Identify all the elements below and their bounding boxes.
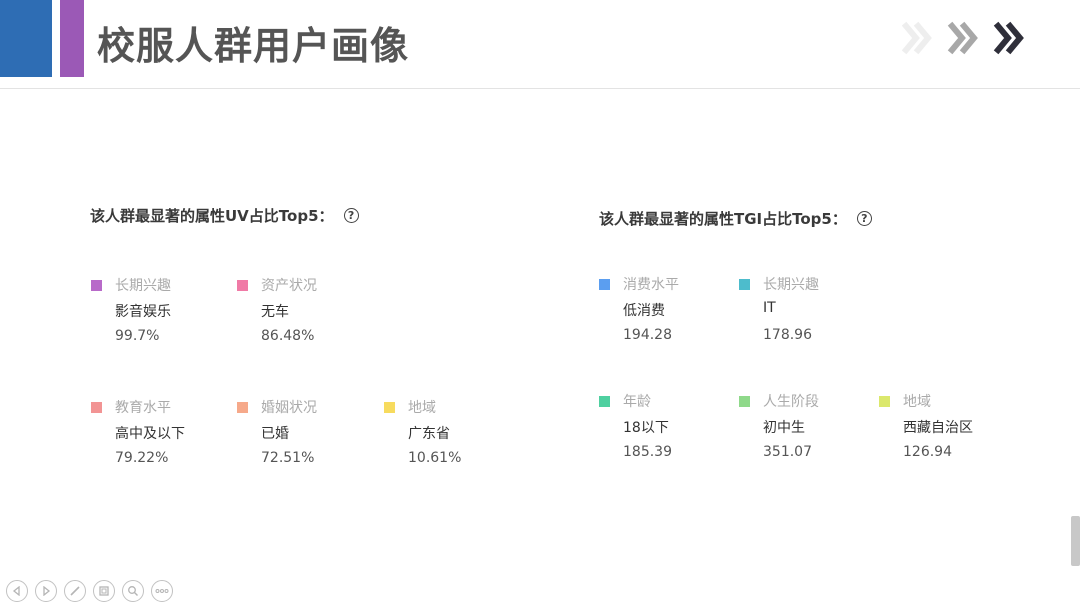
tgi-item: 地域 西藏自治区 126.94	[877, 391, 1007, 464]
color-swatch	[739, 395, 750, 407]
item-number: 10.61%	[408, 450, 462, 466]
item-value: 无车	[261, 304, 289, 320]
item-value: 18以下	[623, 420, 669, 436]
item-category: 地域	[408, 400, 436, 416]
page-title: 校服人群用户画像	[97, 24, 410, 68]
item-value: 初中生	[763, 420, 805, 436]
color-swatch	[91, 279, 102, 291]
item-category: 婚姻状况	[261, 400, 317, 416]
slideshow-controls	[6, 580, 173, 602]
color-swatch	[237, 401, 248, 413]
uv-panel-title: 该人群最显著的属性UV占比Top5： ?	[90, 205, 359, 226]
item-number: 185.39	[623, 444, 672, 460]
item-value: IT	[763, 300, 776, 316]
item-value: 广东省	[408, 426, 450, 442]
item-number: 194.28	[623, 327, 672, 343]
accent-bar-purple	[60, 0, 84, 77]
uv-item: 教育水平 高中及以下 79.22%	[89, 397, 219, 470]
item-category: 年龄	[623, 394, 651, 410]
uv-item: 地域 广东省 10.61%	[382, 397, 512, 470]
item-value: 低消费	[623, 303, 665, 319]
color-swatch	[91, 401, 102, 413]
item-value: 已婚	[261, 426, 289, 442]
item-number: 79.22%	[115, 450, 169, 466]
uv-item: 长期兴趣 影音娱乐 99.7%	[89, 275, 219, 348]
tgi-item: 人生阶段 初中生 351.07	[737, 391, 867, 464]
color-swatch	[599, 278, 610, 290]
tgi-panel-title-text: 该人群最显著的属性TGI占比Top5：	[599, 210, 847, 228]
pen-icon[interactable]	[64, 580, 86, 602]
item-number: 126.94	[903, 444, 952, 460]
item-value: 西藏自治区	[903, 420, 973, 436]
scrollbar-thumb[interactable]	[1071, 516, 1080, 566]
item-category: 长期兴趣	[763, 277, 819, 293]
item-number: 99.7%	[115, 328, 160, 344]
item-number: 86.48%	[261, 328, 315, 344]
color-swatch	[599, 395, 610, 407]
item-category: 地域	[903, 394, 931, 410]
item-category: 人生阶段	[763, 394, 819, 410]
item-category: 消费水平	[623, 277, 679, 293]
item-number: 178.96	[763, 327, 812, 343]
accent-bar-blue	[0, 0, 52, 77]
item-value: 影音娱乐	[115, 304, 171, 320]
item-number: 72.51%	[261, 450, 315, 466]
help-icon[interactable]: ?	[856, 211, 872, 226]
header-divider	[0, 88, 1080, 89]
tgi-item: 消费水平 低消费 194.28	[597, 274, 727, 347]
color-swatch	[739, 278, 750, 290]
tgi-item: 年龄 18以下 185.39	[597, 391, 727, 464]
previous-icon[interactable]	[6, 580, 28, 602]
uv-panel-title-text: 该人群最显著的属性UV占比Top5：	[90, 207, 334, 225]
item-category: 资产状况	[261, 278, 317, 294]
item-category: 长期兴趣	[115, 278, 171, 294]
uv-item: 资产状况 无车 86.48%	[235, 275, 365, 348]
zoom-icon[interactable]	[122, 580, 144, 602]
chevrons-icon	[902, 21, 1024, 55]
uv-item: 婚姻状况 已婚 72.51%	[235, 397, 365, 470]
item-number: 351.07	[763, 444, 812, 460]
color-swatch	[237, 279, 248, 291]
more-icon[interactable]	[151, 580, 173, 602]
tgi-item: 长期兴趣 IT 178.96	[737, 274, 867, 347]
item-value: 高中及以下	[115, 426, 185, 442]
color-swatch	[879, 395, 890, 407]
next-icon[interactable]	[35, 580, 57, 602]
item-category: 教育水平	[115, 400, 171, 416]
tgi-panel-title: 该人群最显著的属性TGI占比Top5： ?	[599, 208, 872, 229]
slides-icon[interactable]	[93, 580, 115, 602]
help-icon[interactable]: ?	[343, 208, 359, 223]
color-swatch	[384, 401, 395, 413]
